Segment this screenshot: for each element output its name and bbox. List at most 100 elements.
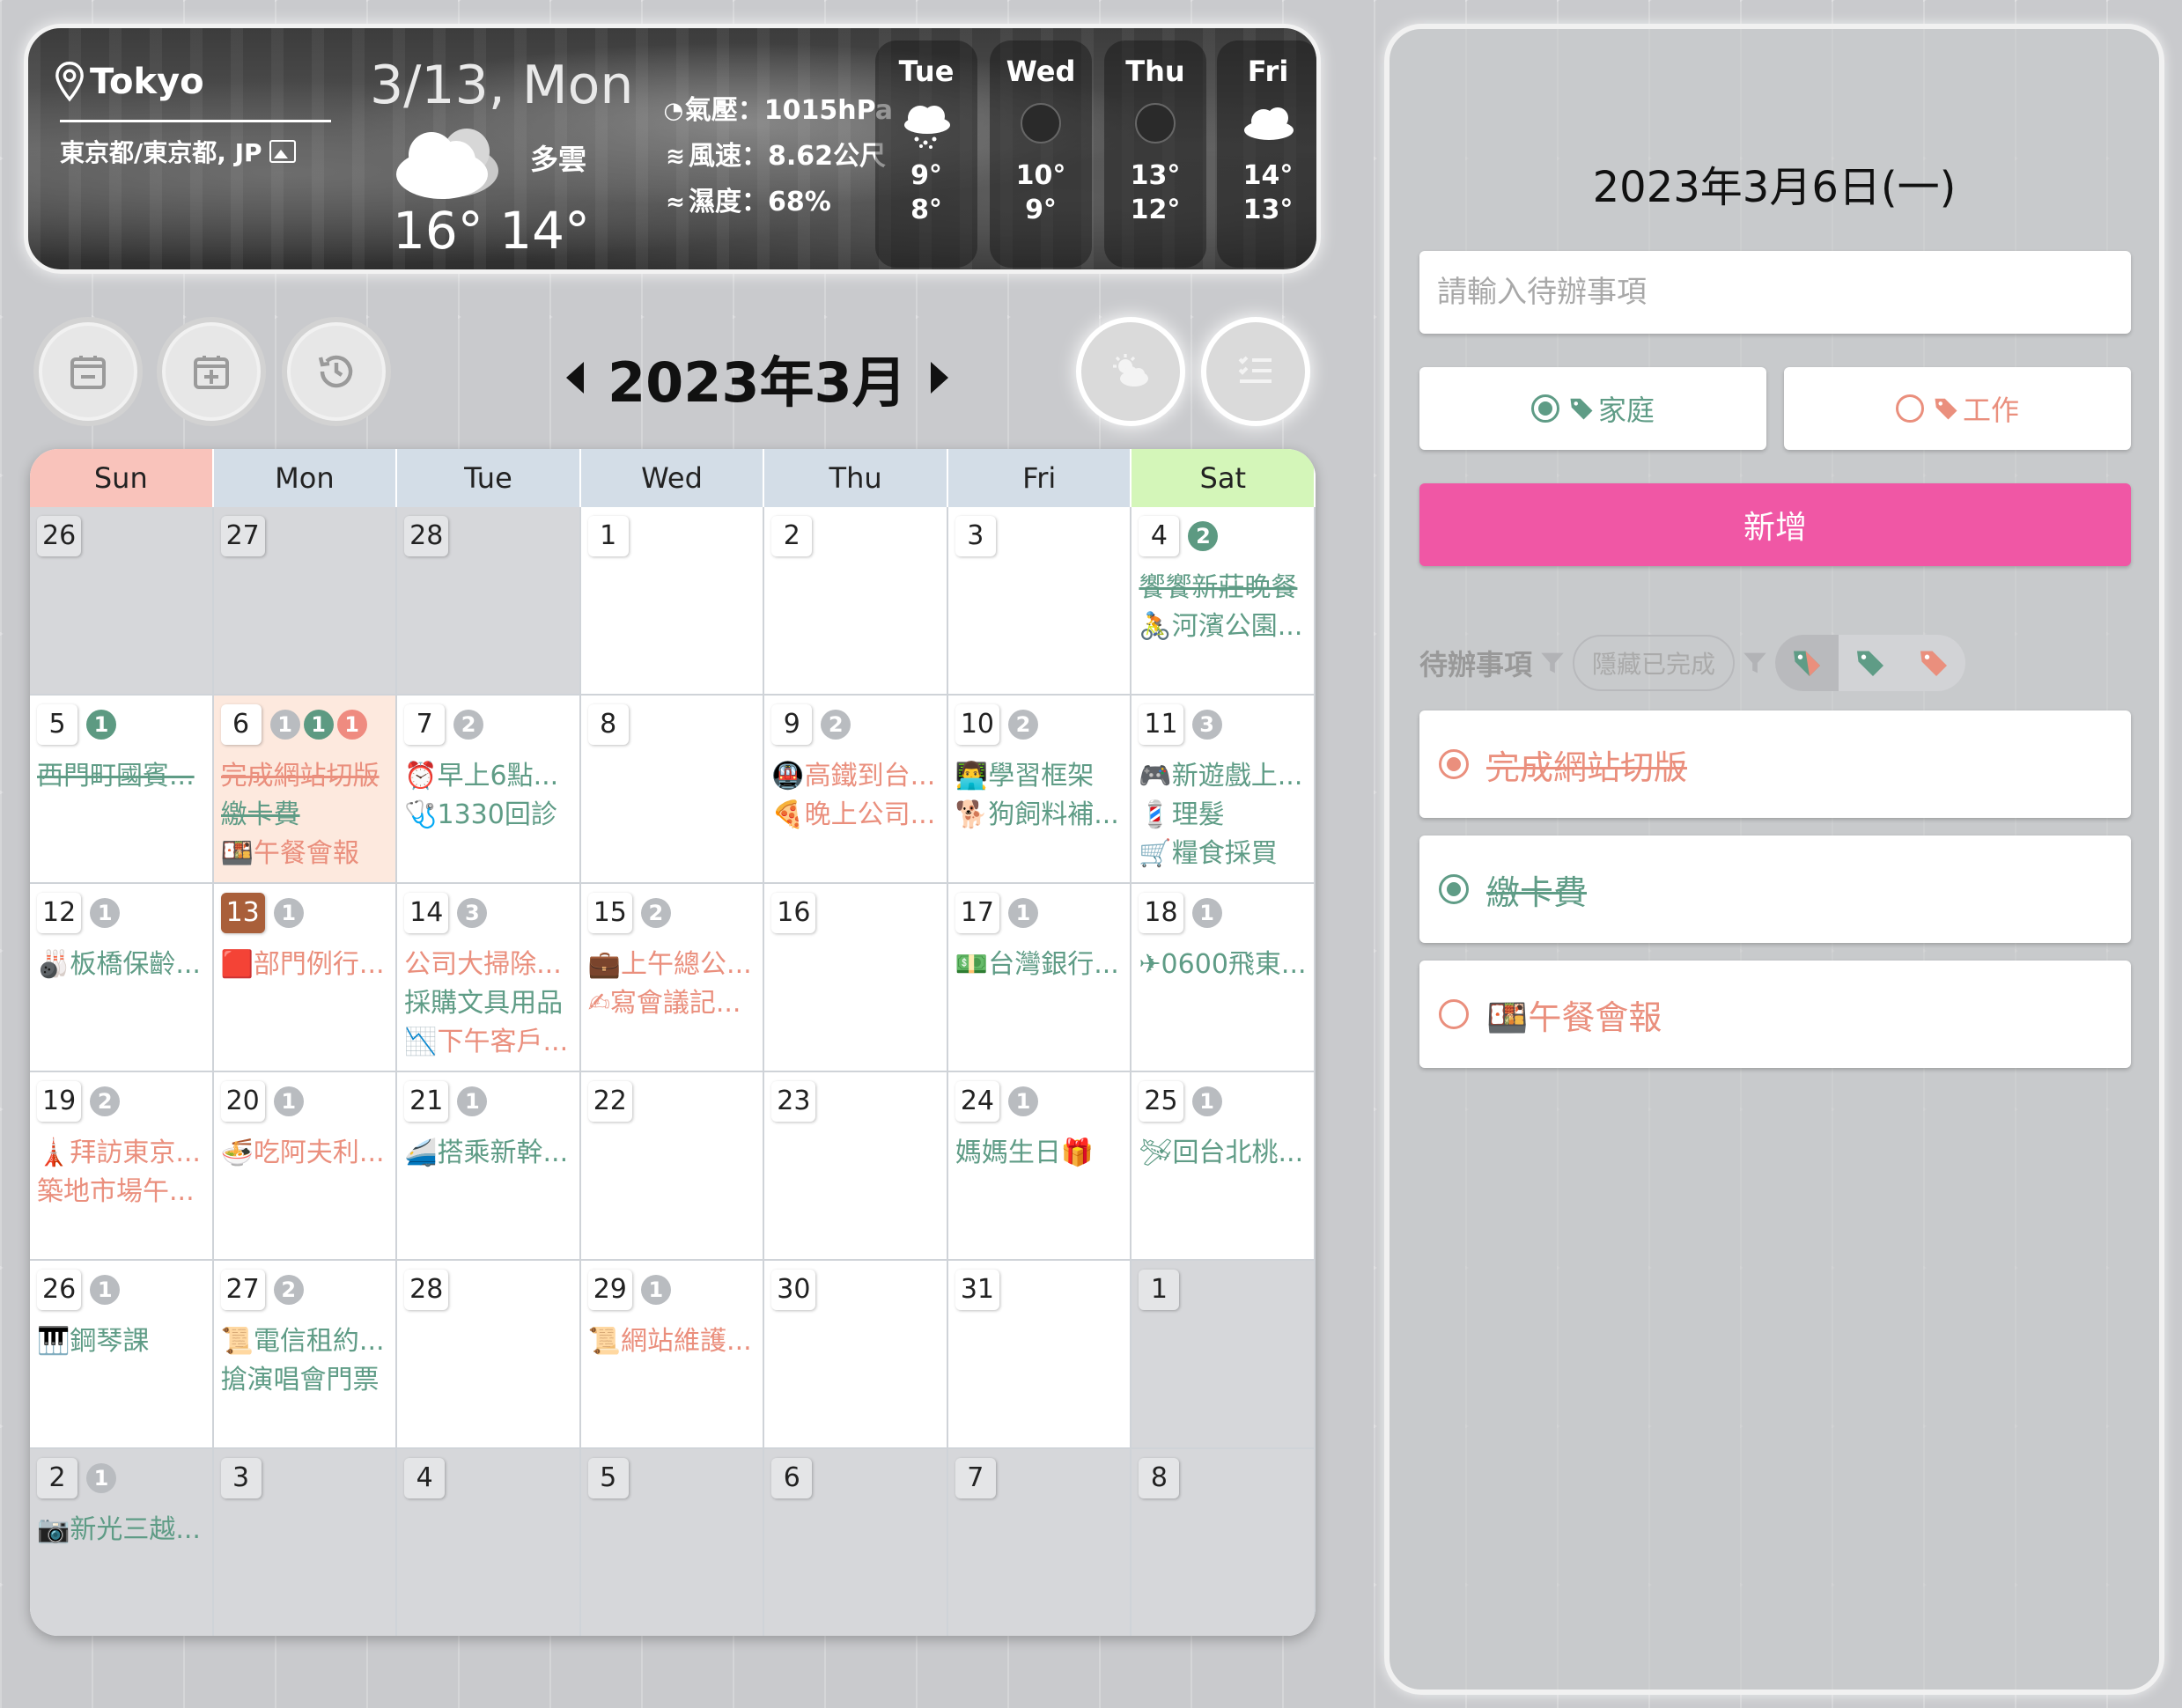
calendar-event[interactable]: 公司大掃除... [404, 946, 579, 984]
day-cell[interactable]: 6 [764, 1449, 948, 1636]
day-number[interactable]: 23 [771, 1081, 816, 1122]
day-number[interactable]: 6 [771, 1458, 813, 1498]
todo-list-button[interactable] [1201, 317, 1310, 426]
day-cell[interactable]: 15 2 💼上午總公... ✍寫會議記... [580, 884, 765, 1072]
calendar-event[interactable]: ⏰早上6點... [404, 757, 579, 796]
day-number[interactable]: 27 [220, 516, 265, 556]
calendar-event[interactable]: 📜電信租約... [221, 1322, 396, 1361]
add-event-button[interactable] [157, 317, 266, 426]
day-number[interactable]: 28 [404, 1270, 449, 1310]
day-cell[interactable]: 7 [947, 1449, 1132, 1636]
day-cell[interactable]: 2 1 📷新光三越... [30, 1449, 214, 1636]
day-number[interactable]: 21 [404, 1081, 449, 1122]
todo-radio[interactable] [1439, 749, 1469, 779]
calendar-event[interactable]: 🚄搭乘新幹... [404, 1134, 579, 1173]
day-cell[interactable]: 28 [397, 1261, 581, 1449]
day-number[interactable]: 1 [587, 516, 629, 556]
add-todo-button[interactable]: 新增 [1419, 483, 2131, 566]
day-cell[interactable]: 30 [764, 1261, 948, 1449]
calendar-event[interactable]: 👨‍💻學習框架 [955, 757, 1131, 796]
todo-item[interactable]: 完成網站切版 [1419, 710, 2131, 818]
day-cell[interactable]: 4 [397, 1449, 581, 1636]
day-number[interactable]: 7 [404, 704, 446, 745]
day-cell[interactable]: 29 1 📜網站維護... [580, 1261, 765, 1449]
day-number[interactable]: 8 [1139, 1458, 1180, 1498]
calendar-event[interactable]: 🎮新遊戲上... [1139, 757, 1314, 796]
day-number[interactable]: 10 [955, 704, 1000, 745]
day-number[interactable]: 18 [1139, 893, 1183, 933]
day-number[interactable]: 30 [771, 1270, 816, 1310]
day-number[interactable]: 5 [587, 1458, 629, 1498]
calendar-event[interactable]: 💼上午總公... [588, 946, 763, 984]
day-cell[interactable]: 20 1 🍜吃阿夫利... [213, 1072, 398, 1261]
day-cell[interactable]: 19 2 🗼拜訪東京... 築地市場午... [30, 1072, 214, 1261]
day-number[interactable]: 19 [37, 1081, 82, 1122]
day-cell[interactable]: 12 1 🎳板橋保齡... [30, 884, 214, 1072]
todo-item[interactable]: 繳卡費 [1419, 836, 2131, 943]
calendar-event[interactable]: 搶演唱會門票 [221, 1361, 396, 1400]
day-number[interactable]: 25 [1139, 1081, 1183, 1122]
day-cell[interactable]: 4 2 饗饗新莊晚餐 🚴河濱公園... [1132, 507, 1316, 696]
day-number[interactable]: 3 [955, 516, 996, 556]
calendar-event[interactable]: 🍜吃阿夫利... [221, 1134, 396, 1173]
calendar-event[interactable]: 饗饗新莊晚餐 [1139, 569, 1314, 607]
calendar-event[interactable]: 🟥部門例行... [221, 946, 396, 984]
calendar-event[interactable]: 西門町國賓... [37, 757, 212, 796]
day-number[interactable]: 14 [404, 893, 449, 933]
day-number[interactable]: 17 [955, 893, 1000, 933]
calendar-event[interactable]: 📜網站維護... [588, 1322, 763, 1361]
calendar-event[interactable]: 💵台灣銀行... [955, 946, 1131, 984]
day-number[interactable]: 16 [771, 893, 816, 933]
todo-radio[interactable] [1439, 874, 1469, 904]
calendar-event[interactable]: 🍕晚上公司... [771, 796, 947, 835]
next-month-icon[interactable] [928, 360, 951, 395]
day-cell[interactable]: 2 [764, 507, 948, 696]
day-cell[interactable]: 11 3 🎮新遊戲上... 💈理髮 🛒糧食採買 [1132, 696, 1316, 884]
day-cell[interactable]: 31 [947, 1261, 1132, 1449]
calendar-event[interactable]: 繳卡費 [221, 796, 396, 835]
day-number[interactable]: 7 [955, 1458, 996, 1498]
day-cell[interactable]: 10 2 👨‍💻學習框架 🐕狗飼料補... [947, 696, 1132, 884]
history-button[interactable] [282, 317, 391, 426]
calendar-event[interactable]: 📉下午客戶... [404, 1023, 579, 1062]
day-number[interactable]: 11 [1139, 704, 1183, 745]
calendar-event[interactable]: 築地市場午... [37, 1173, 212, 1211]
day-cell[interactable]: 5 [580, 1449, 765, 1636]
tag-home-radio[interactable] [1530, 394, 1559, 423]
day-cell[interactable]: 14 3 公司大掃除... 採購文具用品 📉下午客戶... [397, 884, 581, 1072]
day-cell[interactable]: 18 1 ✈0600飛東... [1132, 884, 1316, 1072]
day-cell[interactable]: 8 [1132, 1449, 1316, 1636]
calendar-event[interactable]: 📷新光三越... [37, 1511, 212, 1550]
calendar-event[interactable]: 採購文具用品 [404, 984, 579, 1023]
day-number[interactable]: 26 [37, 1270, 82, 1310]
calendar-event[interactable]: 🍱午餐會報 [221, 835, 396, 873]
day-cell[interactable]: 26 [30, 507, 214, 696]
image-icon[interactable] [269, 140, 296, 163]
day-cell[interactable]: 26 1 🎹鋼琴課 [30, 1261, 214, 1449]
calendar-event[interactable]: 🛩回台北桃... [1139, 1134, 1314, 1173]
calendar-event[interactable]: 🚇高鐵到台... [771, 757, 947, 796]
todo-input[interactable] [1419, 251, 2131, 334]
day-number[interactable]: 22 [587, 1081, 632, 1122]
day-number[interactable]: 27 [220, 1270, 265, 1310]
day-number[interactable]: 8 [587, 704, 629, 745]
calendar-event[interactable]: ✈0600飛東... [1139, 946, 1314, 984]
day-number[interactable]: 2 [771, 516, 813, 556]
hide-completed-toggle[interactable]: 隱藏已完成 [1573, 635, 1736, 691]
day-cell[interactable]: 24 1 媽媽生日🎁 [947, 1072, 1132, 1261]
day-number[interactable]: 4 [1139, 516, 1180, 556]
tag-home-button[interactable]: 家庭 [1419, 367, 1766, 450]
day-cell[interactable]: 1 [580, 507, 765, 696]
today-number[interactable]: 13 [220, 893, 265, 933]
day-cell[interactable]: 28 [397, 507, 581, 696]
day-number[interactable]: 20 [220, 1081, 265, 1122]
prev-view-button[interactable] [33, 317, 143, 426]
day-cell[interactable]: 16 [764, 884, 948, 1072]
day-number[interactable]: 2 [37, 1458, 77, 1498]
calendar-event[interactable]: 🚴河濱公園... [1139, 607, 1314, 646]
day-number[interactable]: 4 [404, 1458, 446, 1498]
filter-home-button[interactable] [1839, 635, 1902, 691]
calendar-event[interactable]: 🎳板橋保齡... [37, 946, 212, 984]
filter-work-button[interactable] [1902, 635, 1965, 691]
day-cell[interactable]: 1 [1132, 1261, 1316, 1449]
